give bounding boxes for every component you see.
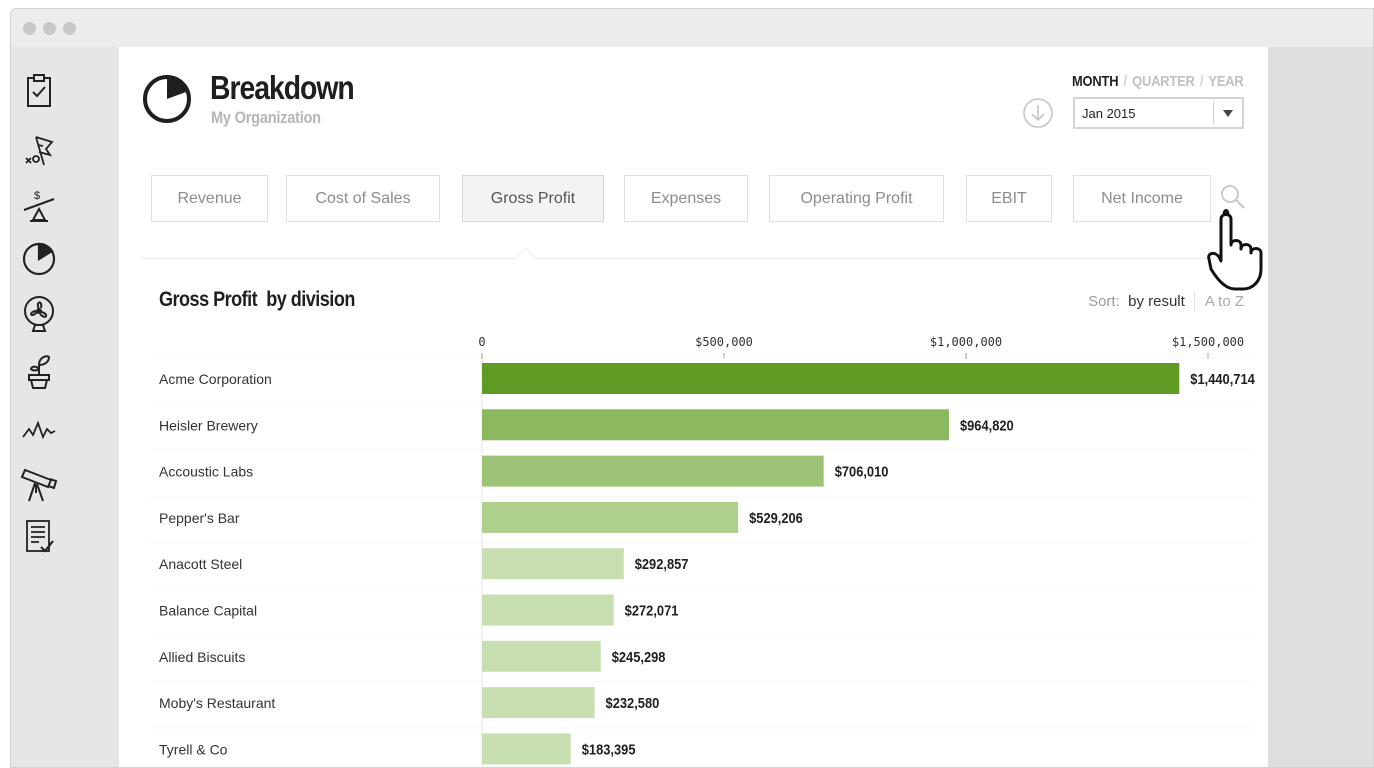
strategy-flag-icon[interactable]: [17, 127, 61, 171]
pie-chart-icon[interactable]: [17, 237, 61, 281]
category-label: Pepper's Bar: [159, 510, 240, 526]
tab-gross-profit[interactable]: Gross Profit: [462, 175, 604, 222]
bar[interactable]: [482, 409, 949, 441]
window-minimize-dot[interactable]: [43, 22, 56, 35]
bar[interactable]: [482, 548, 624, 580]
bar[interactable]: [482, 733, 571, 765]
sort-controls: Sort: by result A to Z: [1088, 292, 1244, 312]
period-separator: /: [1123, 73, 1128, 90]
pulse-icon[interactable]: [17, 409, 61, 453]
tab-ebit[interactable]: EBIT: [966, 175, 1052, 222]
bar[interactable]: [482, 687, 595, 719]
organization-name: My Organization: [211, 108, 321, 127]
tab-expenses[interactable]: Expenses: [624, 175, 748, 222]
fan-icon[interactable]: [17, 291, 61, 335]
active-tab-pointer: [515, 247, 537, 259]
value-label: $1,440,714: [1190, 370, 1255, 387]
value-label: $272,071: [625, 602, 679, 619]
window-close-dot[interactable]: [23, 22, 36, 35]
plant-pot-icon[interactable]: [17, 349, 61, 393]
value-label: $183,395: [582, 740, 636, 757]
value-label: $964,820: [960, 416, 1014, 433]
sort-a-to-z[interactable]: A to Z: [1205, 293, 1244, 310]
right-gutter: [1268, 47, 1373, 767]
category-label: Allied Biscuits: [159, 649, 245, 665]
gross-profit-bar-chart: 0 $500,000 $1,000,000 $1,500,000 Acme Corpor…: [151, 335, 1255, 767]
page-title: Breakdown: [210, 69, 355, 106]
app-window: $ Breakdown My Organization MONTH / QUAR…: [10, 8, 1374, 768]
telescope-icon[interactable]: [17, 461, 61, 505]
value-label: $245,298: [612, 648, 666, 665]
download-icon[interactable]: [1022, 97, 1054, 129]
bar[interactable]: [482, 455, 824, 487]
tab-cost-of-sales[interactable]: Cost of Sales: [286, 175, 440, 222]
category-label: Accoustic Labs: [159, 464, 253, 480]
hand-cursor-icon: [1207, 209, 1263, 291]
clipboard-check-icon[interactable]: [17, 69, 61, 113]
category-label: Moby's Restaurant: [159, 695, 275, 711]
balance-dollar-icon[interactable]: $: [17, 183, 61, 227]
category-label: Balance Capital: [159, 603, 257, 619]
window-titlebar: [11, 9, 1373, 47]
tab-revenue[interactable]: Revenue: [151, 175, 268, 222]
window-maximize-dot[interactable]: [63, 22, 76, 35]
x-tick-label: $1,500,000: [1172, 335, 1244, 349]
period-quarter[interactable]: QUARTER: [1133, 73, 1196, 90]
bar[interactable]: [482, 363, 1180, 394]
svg-text:$: $: [34, 190, 40, 202]
value-label: $529,206: [749, 509, 803, 526]
category-label: Tyrell & Co: [159, 741, 228, 757]
sort-divider: [1193, 292, 1195, 312]
x-tick-label: $1,000,000: [930, 335, 1002, 349]
value-label: $292,857: [635, 555, 689, 572]
value-label: $706,010: [835, 463, 889, 480]
category-label: Anacott Steel: [159, 556, 242, 572]
sidebar: $: [11, 47, 119, 767]
category-label: Heisler Brewery: [159, 417, 258, 433]
select-divider: [1213, 102, 1214, 124]
sort-by-result[interactable]: by result: [1128, 293, 1185, 310]
bar[interactable]: [482, 640, 601, 672]
tab-net-income[interactable]: Net Income: [1073, 175, 1211, 222]
period-select-value: Jan 2015: [1082, 106, 1136, 121]
x-tick-label: $500,000: [695, 335, 753, 349]
sort-label: Sort:: [1088, 292, 1120, 310]
period-year[interactable]: YEAR: [1209, 73, 1244, 90]
tabs-divider: [141, 258, 1245, 259]
tab-operating-profit[interactable]: Operating Profit: [769, 175, 944, 222]
bar[interactable]: [482, 594, 614, 626]
x-tick-label: 0: [478, 335, 485, 349]
search-icon[interactable]: [1218, 182, 1248, 212]
main-panel: Breakdown My Organization MONTH / QUARTER /…: [119, 47, 1268, 767]
chart-title: Gross Profit by division: [159, 288, 355, 312]
category-label: Acme Corporation: [159, 371, 272, 387]
period-separator: /: [1200, 73, 1204, 90]
period-month[interactable]: MONTH: [1072, 73, 1119, 90]
value-label: $232,580: [606, 694, 660, 711]
report-check-icon[interactable]: [17, 515, 61, 559]
chevron-down-icon[interactable]: [1223, 110, 1233, 117]
chart-title-suffix: by division: [266, 288, 355, 311]
bar[interactable]: [482, 501, 739, 533]
period-switcher: MONTH / QUARTER / YEAR: [1072, 73, 1244, 90]
breakdown-logo-icon: [143, 75, 191, 123]
period-select[interactable]: Jan 2015: [1073, 97, 1244, 129]
chart-title-metric: Gross Profit: [159, 288, 258, 311]
